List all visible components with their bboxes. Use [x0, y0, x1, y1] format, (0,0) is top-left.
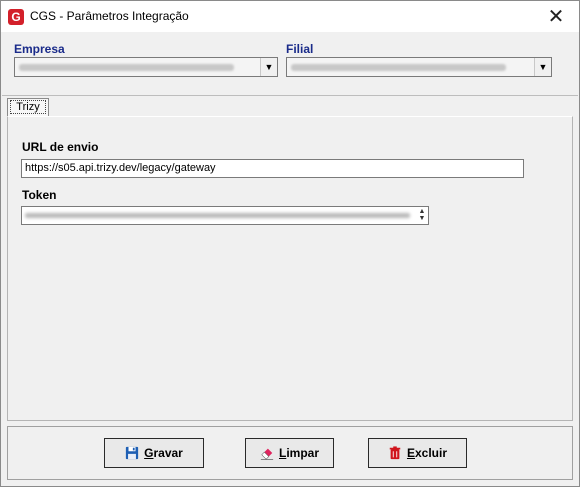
empresa-value-redacted	[19, 64, 234, 71]
filial-value-redacted	[291, 64, 506, 71]
eraser-icon	[260, 448, 274, 460]
token-input[interactable]: ▲ ▼	[21, 206, 429, 225]
chevron-down-icon[interactable]: ▼	[534, 58, 551, 76]
url-label: URL de envio	[22, 140, 99, 154]
dialog-window: G CGS - Parâmetros Integração ✕ Empresa …	[0, 0, 580, 487]
chevron-down-icon[interactable]: ▼	[260, 58, 277, 76]
save-button-label: Gravar	[144, 446, 183, 460]
empresa-label: Empresa	[14, 42, 65, 56]
filial-label: Filial	[286, 42, 314, 56]
title-bar: G CGS - Parâmetros Integração ✕	[1, 1, 579, 32]
tab-panel: URL de envio https://s05.api.trizy.dev/l…	[7, 116, 573, 421]
empresa-select[interactable]: ▼	[14, 57, 278, 77]
cgs-logo-icon: G	[8, 9, 24, 25]
floppy-disk-icon	[126, 446, 139, 460]
trash-icon	[389, 446, 401, 460]
scroll-arrows-icon[interactable]: ▲ ▼	[417, 208, 427, 223]
clear-button-label: Limpar	[278, 446, 320, 460]
url-input[interactable]: https://s05.api.trizy.dev/legacy/gateway	[21, 159, 524, 178]
tab-label: Trizy	[10, 100, 46, 114]
filial-select[interactable]: ▼	[286, 57, 552, 77]
window-title: CGS - Parâmetros Integração	[30, 9, 189, 23]
save-button[interactable]: Gravar	[104, 438, 204, 468]
filter-area: Empresa ▼ Filial ▼	[2, 33, 578, 95]
close-button[interactable]: ✕	[533, 1, 579, 32]
delete-button[interactable]: Excluir	[368, 438, 467, 468]
clear-button[interactable]: Limpar	[245, 438, 334, 468]
token-value-redacted	[25, 213, 410, 218]
token-label: Token	[22, 188, 57, 202]
delete-button-label: Excluir	[406, 446, 448, 460]
tab-trizy[interactable]: Trizy	[7, 98, 49, 116]
divider	[2, 95, 578, 96]
